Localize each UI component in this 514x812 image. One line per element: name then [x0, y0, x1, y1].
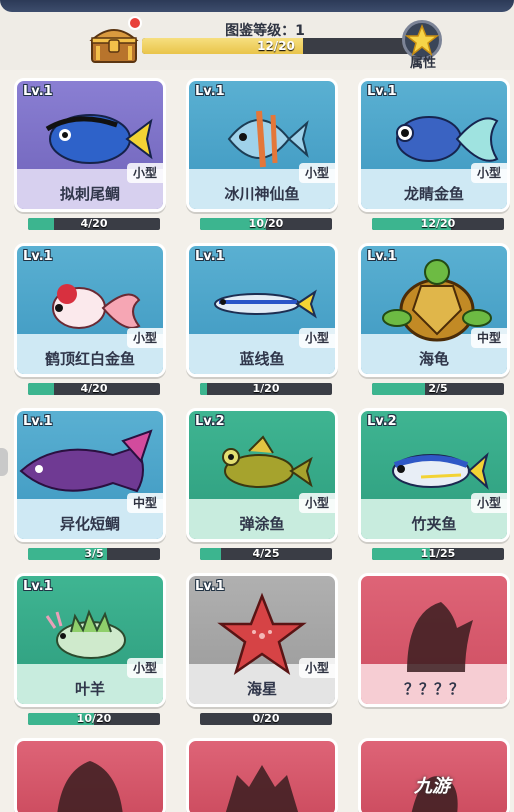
fish-card[interactable]: Lv.2 小型 弹涂鱼: [186, 408, 338, 542]
card-level-label: Lv.1: [23, 249, 53, 264]
collection-level-progress-text: 12/20: [257, 39, 295, 53]
card-progress-bar: 10/20: [28, 713, 160, 725]
fish-card[interactable]: Lv.2 小型 竹夹鱼: [358, 408, 510, 542]
card-name: 叶羊: [74, 680, 105, 698]
card-progress-bar: 4/20: [28, 383, 160, 395]
card-size-tag: 中型: [127, 493, 163, 513]
card-progress-bar: 11/25: [372, 548, 504, 560]
side-pull-tab[interactable]: [0, 448, 8, 476]
card-progress-text: 4/25: [252, 548, 280, 560]
card-name: 弹涂鱼: [239, 515, 285, 533]
notification-dot: [128, 16, 142, 30]
collection-header: 图鉴等级：1 12/20 属性: [0, 0, 514, 71]
card-progress-bar: 4/25: [200, 548, 332, 560]
card-name: 竹夹鱼: [411, 515, 457, 533]
card-size-tag: 小型: [127, 328, 163, 348]
card-size-tag: 小型: [127, 658, 163, 678]
card-progress-bar: 2/5: [372, 383, 504, 395]
card-level-label: Lv.2: [367, 414, 397, 429]
card-level-label: Lv.1: [23, 414, 53, 429]
card-progress-bar: 3/5: [28, 548, 160, 560]
card-progress-bar: 4/20: [28, 218, 160, 230]
card-name: 龙睛金鱼: [403, 185, 464, 203]
collection-level-title: 图鉴等级：1: [225, 23, 305, 39]
top-bar: [0, 0, 514, 12]
locked-silhouette-icon: [407, 602, 473, 672]
locked-silhouette-icon: [57, 761, 123, 812]
card-level-label: Lv.1: [23, 579, 53, 594]
card-level-label: Lv.1: [195, 84, 225, 99]
card-level-label: Lv.1: [367, 249, 397, 264]
card-name: 拟刺尾鲷: [59, 185, 120, 203]
card-name: ？？？？: [403, 680, 464, 698]
card-name: 异化短鲷: [59, 515, 120, 533]
card-progress-text: 0/20: [252, 713, 280, 725]
card-progress-text: 12/20: [420, 218, 456, 230]
card-level-label: Lv.1: [23, 84, 53, 99]
card-size-tag: 小型: [299, 493, 335, 513]
fish-card[interactable]: Lv.1 小型冰川神仙鱼: [186, 78, 338, 212]
card-progress-text: 2/5: [428, 383, 448, 395]
card-progress-text: 4/20: [80, 218, 108, 230]
card-name: 海龟: [418, 350, 449, 368]
card-size-tag: 小型: [299, 328, 335, 348]
card-size-tag: 小型: [127, 163, 163, 183]
card-progress-text: 3/5: [84, 548, 104, 560]
card-level-label: Lv.1: [195, 579, 225, 594]
fish-card[interactable]: Lv.1 中型海龟: [358, 243, 510, 377]
fish-card[interactable]: Lv.1 小型 龙睛金鱼: [358, 78, 510, 212]
card-progress-text: 10/20: [248, 218, 284, 230]
locked-card[interactable]: [14, 738, 166, 812]
locked-silhouette-icon: [225, 765, 299, 812]
card-progress-bar: 10/20: [200, 218, 332, 230]
fish-card[interactable]: Lv.1 小型鹤顶红白金鱼: [14, 243, 166, 377]
fish-card[interactable]: Lv.1 中型 异化短鲷: [14, 408, 166, 542]
card-name: 海星: [246, 680, 277, 698]
card-progress-text: 11/25: [420, 548, 456, 560]
card-level-label: Lv.1: [195, 249, 225, 264]
watermark-logo: 九游: [414, 776, 450, 797]
locked-card[interactable]: [186, 738, 338, 812]
attributes-label: 属性: [409, 56, 436, 71]
fish-card[interactable]: ？？？？: [358, 573, 510, 707]
card-size-tag: 中型: [471, 328, 507, 348]
card-name: 冰川神仙鱼: [224, 185, 300, 203]
card-size-tag: 小型: [299, 658, 335, 678]
card-level-label: Lv.2: [195, 414, 225, 429]
card-name: 蓝线鱼: [239, 350, 285, 368]
card-progress-bar: 12/20: [372, 218, 504, 230]
fish-card[interactable]: Lv.1 小型 蓝线鱼: [186, 243, 338, 377]
card-size-tag: 小型: [299, 163, 335, 183]
fish-card[interactable]: Lv.1 小型叶羊: [14, 573, 166, 707]
card-progress-text: 4/20: [80, 383, 108, 395]
attributes-button[interactable]: 属性: [400, 20, 446, 76]
card-name: 鹤顶红白金鱼: [44, 350, 135, 368]
card-progress-text: 1/20: [252, 383, 280, 395]
card-level-label: Lv.1: [367, 84, 397, 99]
card-size-tag: 小型: [471, 163, 507, 183]
card-progress-bar: 1/20: [200, 383, 332, 395]
fish-card[interactable]: Lv.1 小型海星: [186, 573, 338, 707]
card-progress-text: 10/20: [76, 713, 112, 725]
fish-card[interactable]: Lv.1 小型 拟刺尾鲷: [14, 78, 166, 212]
card-size-tag: 小型: [471, 493, 507, 513]
card-progress-bar: 0/20: [200, 713, 332, 725]
